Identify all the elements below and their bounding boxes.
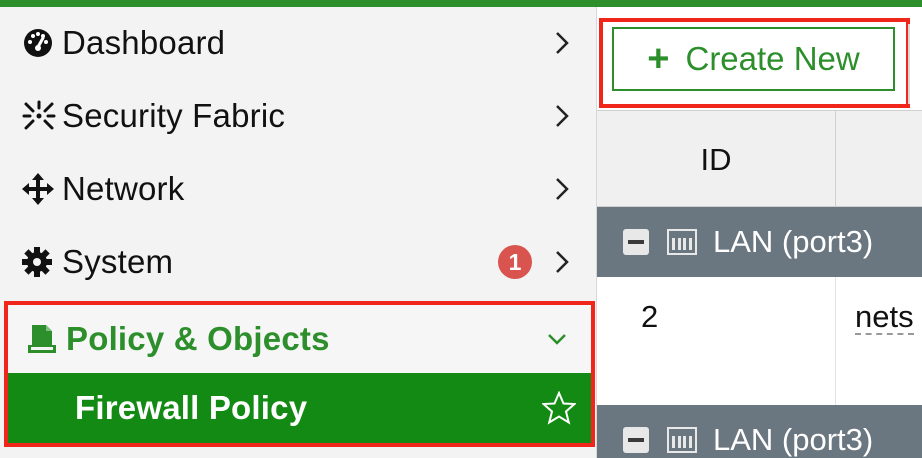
sidebar-item-label: Network	[62, 170, 185, 207]
sidebar-item-firewall-policy[interactable]: Firewall Policy	[8, 373, 591, 443]
ethernet-port-icon	[667, 229, 697, 255]
table-row[interactable]: 2 nets	[597, 277, 922, 405]
table-group-row[interactable]: LAN (port3)	[597, 207, 922, 277]
sidebar-item-label: Dashboard	[62, 24, 226, 61]
gear-icon	[22, 247, 62, 277]
collapse-icon[interactable]	[623, 427, 649, 453]
column-header-id[interactable]: ID	[597, 111, 835, 208]
sidebar-item-policy-objects[interactable]: Policy & Objects	[8, 305, 591, 373]
sidebar-item-system[interactable]: System 1	[0, 226, 596, 298]
chevron-right-icon	[542, 103, 582, 129]
main-content: + Create New ID LAN (port3) 2 nets LAN (…	[597, 7, 922, 458]
network-arrows-icon	[22, 173, 62, 205]
toolbar-divider	[908, 24, 916, 104]
column-divider	[835, 277, 836, 405]
cell-name-link[interactable]: nets	[855, 301, 914, 335]
dashboard-gauge-icon	[22, 27, 62, 59]
policy-objects-section: Policy & Objects Firewall Policy	[4, 301, 595, 447]
sidebar-item-label: Policy & Objects	[66, 320, 330, 357]
star-favorite-icon[interactable]	[539, 391, 579, 425]
collapse-icon[interactable]	[623, 229, 649, 255]
sidebar: Dashboard Security Fabric Network System…	[0, 7, 597, 458]
fortigate-ui: Dashboard Security Fabric Network System…	[0, 0, 922, 458]
notification-badge: 1	[498, 245, 532, 279]
plus-icon: +	[647, 38, 670, 80]
sidebar-item-label: System	[62, 243, 174, 280]
create-new-button[interactable]: + Create New	[612, 27, 895, 91]
policy-objects-icon	[26, 323, 66, 355]
top-accent-bar	[0, 0, 922, 7]
sidebar-item-network[interactable]: Network	[0, 153, 596, 225]
security-fabric-icon	[22, 100, 62, 132]
chevron-down-icon	[537, 331, 577, 347]
column-divider	[835, 111, 836, 208]
ethernet-port-icon	[667, 427, 697, 453]
group-label: LAN (port3)	[713, 422, 874, 457]
cell-id: 2	[641, 299, 659, 334]
sidebar-subitem-label: Firewall Policy	[75, 389, 308, 426]
sidebar-item-label: Security Fabric	[62, 97, 286, 134]
chevron-right-icon	[542, 30, 582, 56]
table-group-row[interactable]: LAN (port3)	[597, 405, 922, 458]
sidebar-item-security-fabric[interactable]: Security Fabric	[0, 80, 596, 152]
sidebar-item-dashboard[interactable]: Dashboard	[0, 7, 596, 79]
create-new-label: Create New	[685, 40, 860, 77]
group-label: LAN (port3)	[713, 224, 874, 259]
chevron-right-icon	[542, 249, 582, 275]
chevron-right-icon	[542, 176, 582, 202]
table-header: ID	[597, 110, 922, 208]
